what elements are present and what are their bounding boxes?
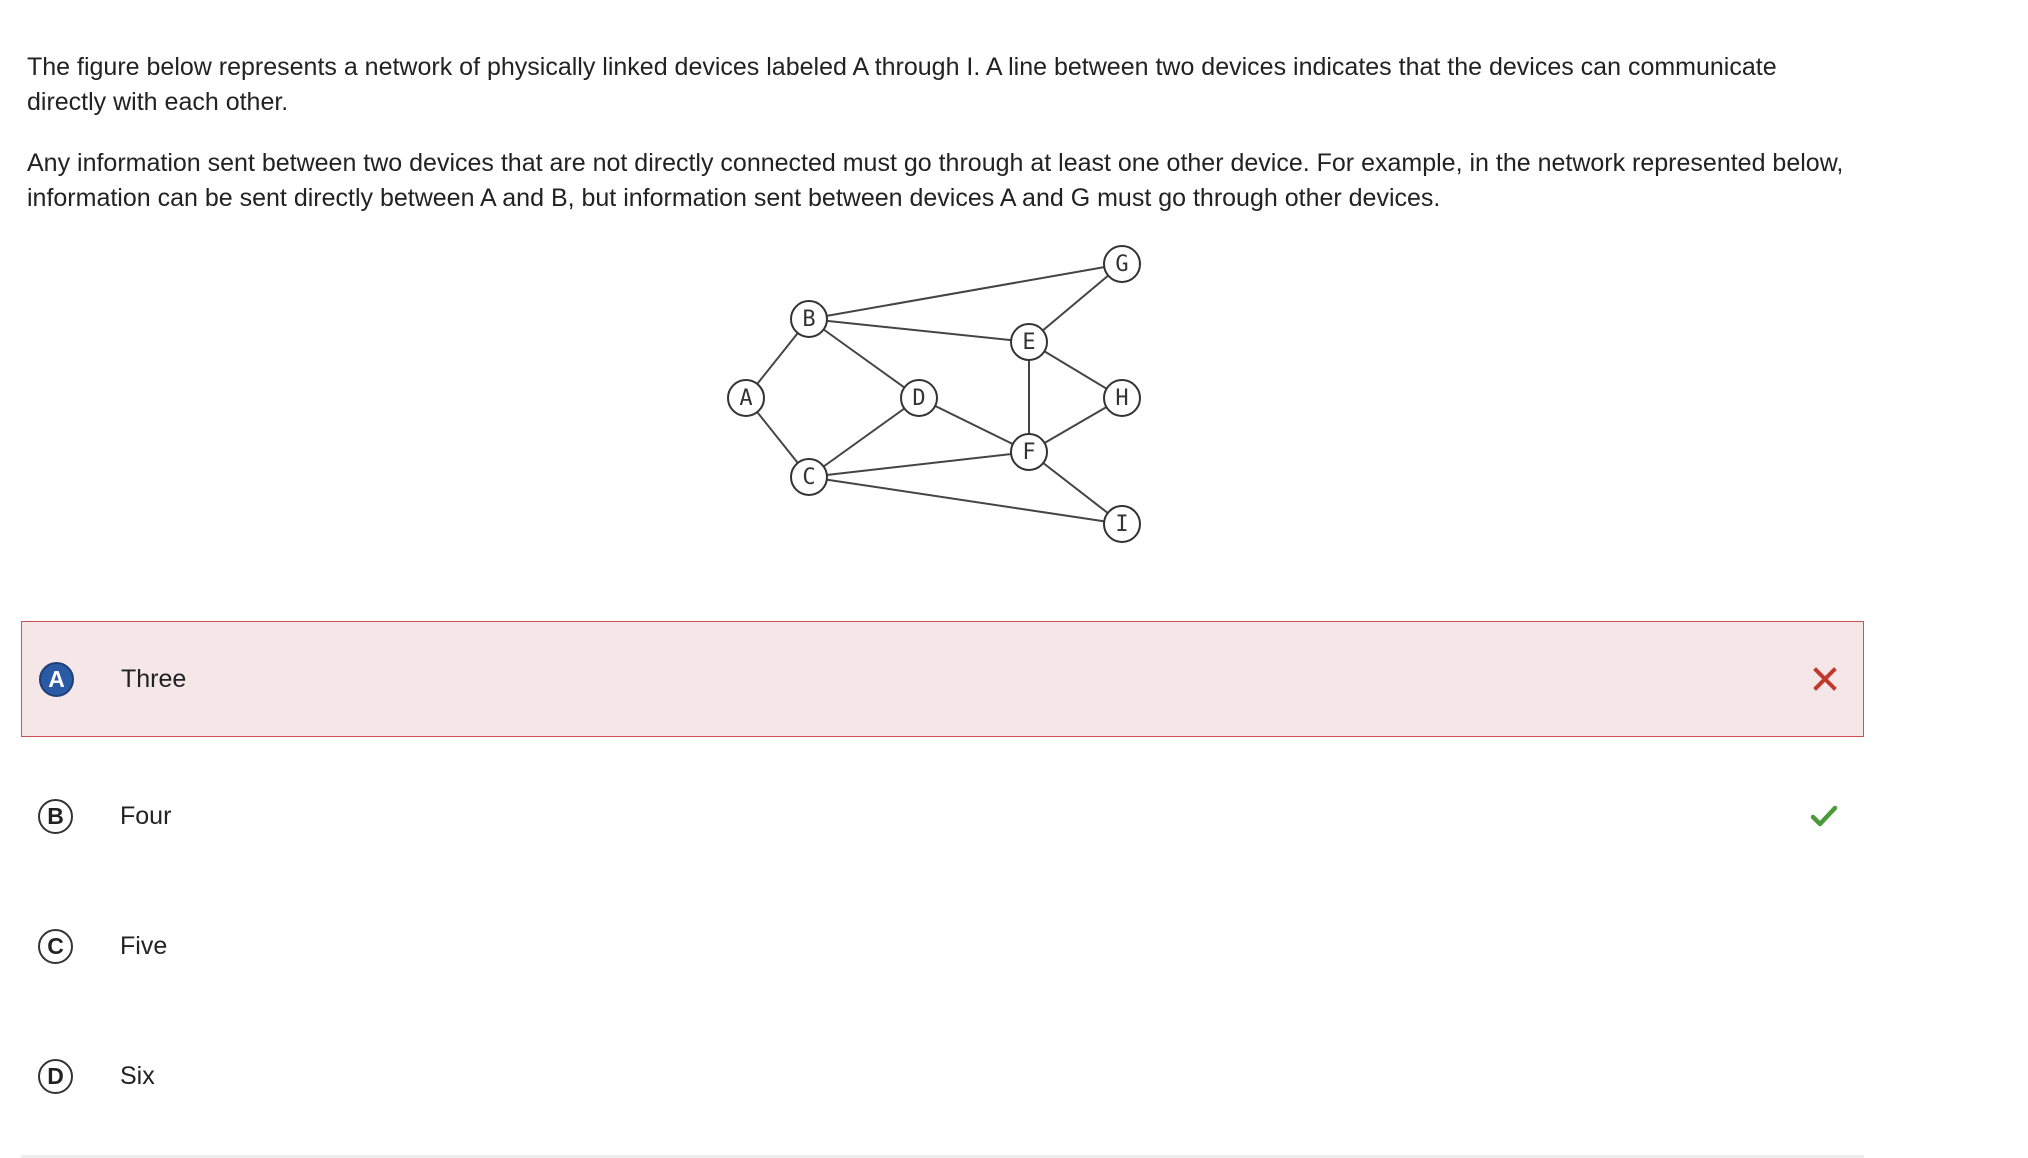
choice-d[interactable]: D Six [21, 1011, 1864, 1141]
choice-b-text: Four [120, 801, 172, 830]
choice-d-text: Six [120, 1061, 155, 1090]
edge-c-f [808, 451, 1030, 478]
choice-c[interactable]: C Five [21, 881, 1864, 1011]
node-b: B [790, 300, 828, 338]
node-i: I [1103, 505, 1141, 543]
node-e: E [1010, 323, 1048, 361]
choice-d-letter-badge: D [38, 1058, 73, 1094]
node-label-d: D [912, 386, 925, 411]
choice-c-letter-badge: C [38, 928, 73, 964]
question-stem: The figure below represents a network of… [27, 50, 1847, 242]
node-label-i: I [1115, 512, 1128, 537]
node-label-f: F [1022, 440, 1035, 465]
node-c: C [790, 458, 828, 496]
edge-c-d [808, 397, 920, 478]
x-icon [1810, 664, 1840, 694]
node-a: A [727, 379, 765, 417]
edge-c-i [808, 476, 1123, 525]
node-d: D [900, 379, 938, 417]
node-label-g: G [1115, 252, 1128, 277]
node-h: H [1103, 379, 1141, 417]
edge-b-d [808, 318, 920, 399]
choice-a-letter-badge: A [39, 661, 74, 697]
node-label-c: C [802, 465, 815, 490]
node-label-h: H [1115, 386, 1128, 411]
network-diagram: A B C D E F G H I [727, 245, 1141, 543]
node-label-a: A [739, 386, 752, 411]
choice-c-text: Five [120, 931, 168, 960]
answer-choices: A Three B Four C Five D Six [21, 621, 1864, 1141]
question-paragraph-2: Any information sent between two devices… [27, 149, 1844, 212]
choice-b[interactable]: B Four [21, 751, 1864, 881]
check-icon [1809, 801, 1839, 831]
question-paragraph-1: The figure below represents a network of… [27, 53, 1777, 116]
node-f: F [1010, 433, 1048, 471]
choice-b-letter-badge: B [38, 798, 73, 834]
node-label-b: B [802, 307, 815, 332]
edge-b-e [808, 318, 1030, 343]
choice-a[interactable]: A Three [21, 621, 1864, 737]
network-figure: A B C D E F G H I [700, 238, 1160, 558]
node-g: G [1103, 245, 1141, 283]
node-label-e: E [1022, 330, 1035, 355]
edge-b-g [808, 263, 1123, 320]
choice-a-text: Three [121, 664, 187, 693]
